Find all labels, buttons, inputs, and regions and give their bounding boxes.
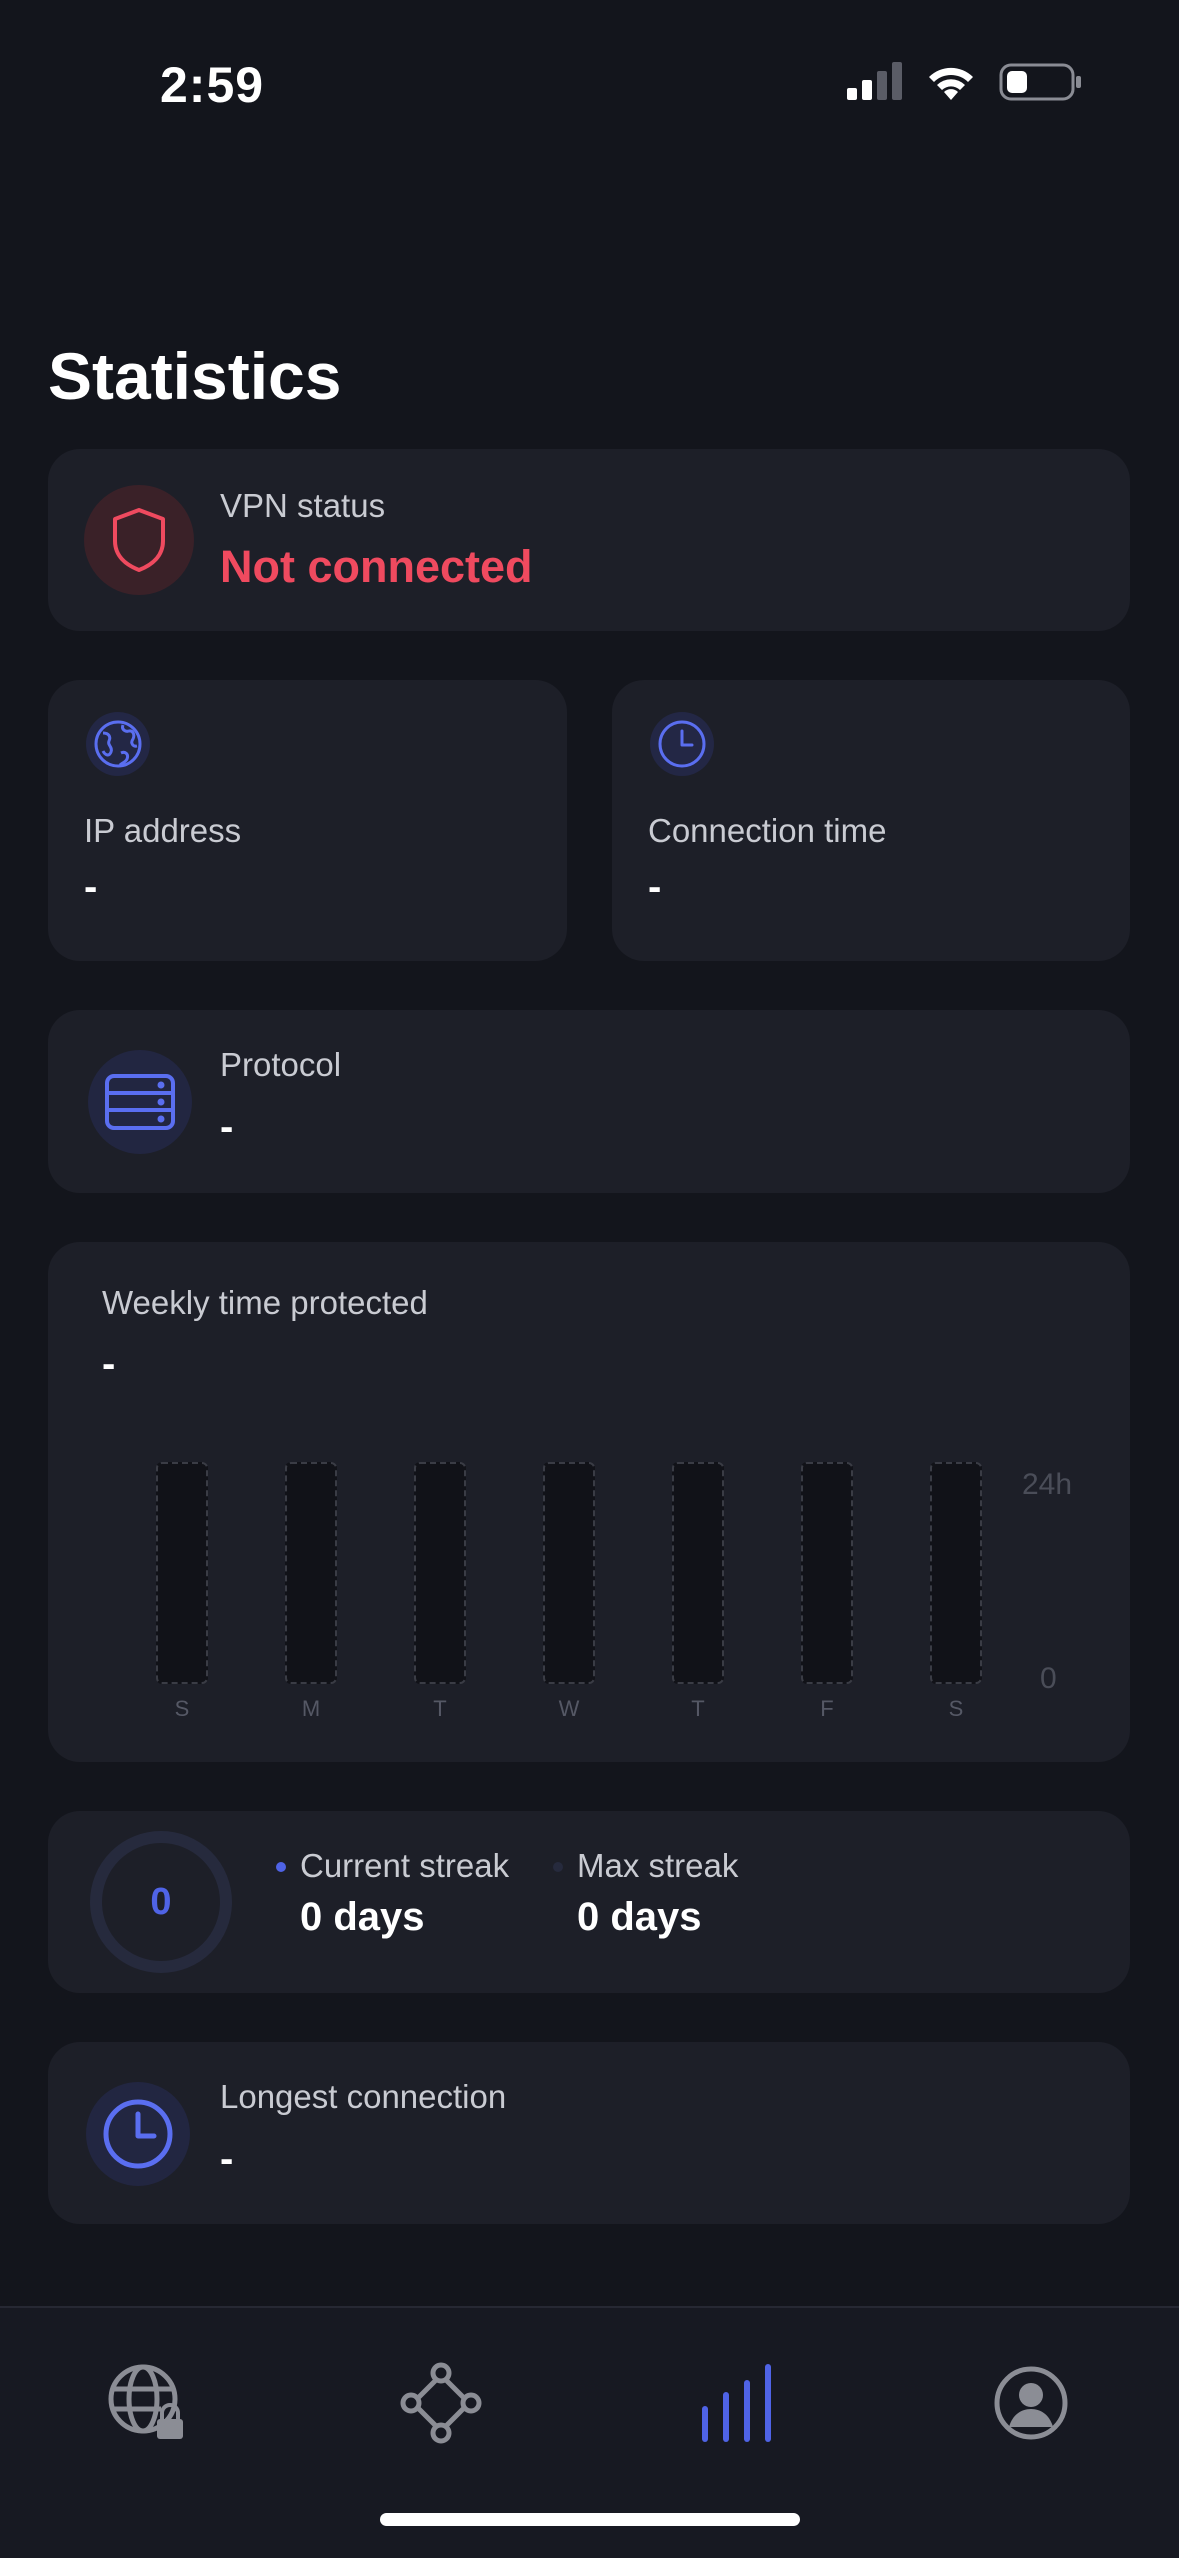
- globe-lock-icon: [108, 2364, 183, 2439]
- wifi-icon: [929, 67, 973, 100]
- status-time: 2:59: [160, 57, 265, 113]
- current-streak-value: 0 days: [300, 1895, 425, 1939]
- weekly-bar-chart: S M T W T F S 24h 0: [106, 1462, 1072, 1722]
- clock-icon-badge: [650, 712, 714, 776]
- axis-max-label: 24h: [1022, 1468, 1073, 1501]
- day-label: M: [301, 1696, 321, 1721]
- battery-icon: [999, 63, 1081, 101]
- connection-time-card: Connection time -: [612, 680, 1130, 961]
- profile-icon: [994, 2366, 1068, 2440]
- globe-icon-badge: [86, 712, 150, 776]
- longest-connection-value: -: [220, 2137, 234, 2181]
- clock-icon: [658, 720, 706, 768]
- day-bar-sat: [930, 1462, 982, 1684]
- shield-icon-badge: [84, 485, 194, 595]
- day-bar-wed: [543, 1462, 595, 1684]
- server-icon-badge: [88, 1050, 192, 1154]
- tab-locations[interactable]: [92, 2348, 202, 2458]
- longest-connection-label: Longest connection: [220, 2078, 507, 2115]
- ip-address-card: IP address -: [48, 680, 567, 961]
- max-streak-value: 0 days: [577, 1895, 702, 1939]
- day-label: S: [174, 1696, 190, 1721]
- home-indicator[interactable]: [380, 2513, 800, 2526]
- streak-card: 0 Current streak 0 days Max streak 0 day…: [48, 1811, 1130, 1993]
- axis-min-label: 0: [1040, 1662, 1057, 1695]
- status-bar: 2:59: [0, 0, 1179, 170]
- day-label: F: [820, 1696, 834, 1721]
- day-label: T: [691, 1696, 705, 1721]
- longest-clock-icon-badge: [86, 2082, 190, 2186]
- page-title: Statistics: [48, 339, 342, 413]
- tab-profile[interactable]: [976, 2348, 1086, 2458]
- protocol-label: Protocol: [220, 1046, 342, 1083]
- connection-time-label: Connection time: [648, 812, 887, 849]
- day-label: S: [948, 1696, 964, 1721]
- current-streak-dot: [276, 1861, 286, 1872]
- vpn-status-value: Not connected: [220, 541, 533, 592]
- vpn-status-label: VPN status: [220, 487, 386, 524]
- status-icons: [845, 62, 1083, 102]
- day-bar-tue: [414, 1462, 466, 1684]
- clock-icon: [103, 2099, 173, 2169]
- weekly-time-card: Weekly time protected - S M T W T F S 24…: [48, 1242, 1130, 1762]
- max-streak-label: Max streak: [577, 1847, 739, 1884]
- weekly-time-value: -: [102, 1342, 116, 1386]
- day-bar-thu: [672, 1462, 724, 1684]
- day-bar-sun: [156, 1462, 208, 1684]
- network-nodes-icon: [400, 2362, 482, 2444]
- longest-connection-card: Longest connection -: [48, 2042, 1130, 2224]
- vpn-status-card: VPN status Not connected: [48, 449, 1130, 631]
- max-streak: Max streak 0 days: [553, 1847, 738, 1940]
- tab-connections[interactable]: [386, 2348, 496, 2458]
- weekly-time-title: Weekly time protected: [102, 1284, 428, 1321]
- streak-ring-value: 0: [150, 1880, 172, 1923]
- protocol-value: -: [220, 1105, 234, 1149]
- ip-address-label: IP address: [84, 812, 242, 849]
- day-bar-fri: [801, 1462, 853, 1684]
- tab-statistics[interactable]: [682, 2348, 792, 2458]
- current-streak-label: Current streak: [300, 1847, 510, 1884]
- day-label: T: [433, 1696, 447, 1721]
- statistics-bars-icon: [702, 2364, 771, 2442]
- streak-ring: 0: [90, 1831, 232, 1973]
- max-streak-dot: [553, 1861, 563, 1872]
- current-streak: Current streak 0 days: [276, 1847, 509, 1940]
- protocol-card: Protocol -: [48, 1010, 1130, 1193]
- server-icon: [105, 1074, 175, 1130]
- day-bar-mon: [285, 1462, 337, 1684]
- connection-time-value: -: [648, 865, 662, 909]
- day-label: W: [558, 1696, 580, 1721]
- shield-icon: [113, 508, 165, 572]
- ip-address-value: -: [84, 865, 98, 909]
- cellular-signal-icon: [847, 62, 902, 100]
- globe-icon: [94, 720, 142, 768]
